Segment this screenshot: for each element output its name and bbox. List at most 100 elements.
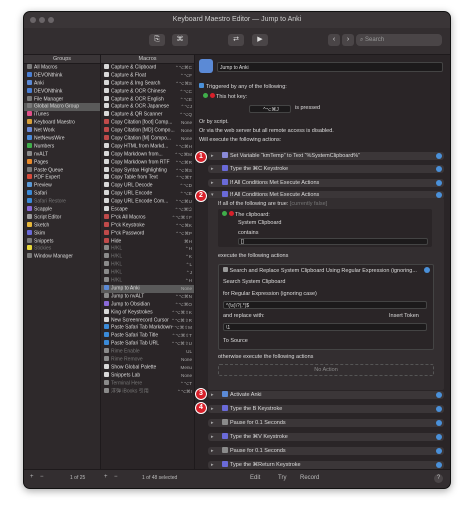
macros-item[interactable]: Jump to nvALT ⌃⌥⌘N <box>101 292 194 301</box>
macros-item[interactable]: 浮弹 iBooks 引用 ⌃⌥⌘I <box>101 387 194 396</box>
action-row[interactable]: ▸ Set Variable “kmTemp” to Text “%SystemC… <box>208 152 444 160</box>
groups-item[interactable]: Stickies <box>24 245 100 253</box>
disclosure-closed-icon[interactable]: ▸ <box>211 179 214 187</box>
insert-token-button[interactable]: Insert Token <box>389 313 419 319</box>
action-row[interactable]: ▸ Activate Anki <box>208 391 444 399</box>
close-window-button[interactable] <box>30 17 36 23</box>
macros-item[interactable]: Show Global Palette Menu <box>101 363 194 372</box>
minimize-window-button[interactable] <box>39 17 45 23</box>
macros-item[interactable]: Capture & Clipboard ⌃⌥⌘C <box>101 64 194 72</box>
macros-item[interactable]: Capture & OCR Japanese ⌃⌥J <box>101 103 194 111</box>
action-row[interactable]: ▸ Type the ⌘Return Keystroke <box>208 461 444 469</box>
macros-item[interactable]: Copy Syntax Highlighting ⌃⌥⌘S <box>101 166 194 175</box>
groups-item[interactable]: Keyboard Maestro <box>24 119 100 127</box>
gear-icon[interactable] <box>436 434 442 440</box>
try-button[interactable]: Try <box>278 475 286 481</box>
macros-item[interactable]: H/KL ⌃H <box>101 245 194 253</box>
groups-item[interactable]: NetNewsWire <box>24 135 100 143</box>
gear-icon[interactable] <box>436 153 442 159</box>
remove-group-button[interactable]: − <box>40 474 44 480</box>
macros-item[interactable]: F*ck Password ⌃⌥⌘P <box>101 229 194 238</box>
groups-item[interactable]: Anki <box>24 79 100 88</box>
gear-icon[interactable] <box>436 392 442 398</box>
gear-icon[interactable] <box>436 166 442 172</box>
edit-button[interactable]: Edit <box>250 475 260 481</box>
disclosure-closed-icon[interactable]: ▸ <box>211 419 214 427</box>
macros-item[interactable]: Copy HTML from Markd... ⌃⌥⌘H <box>101 142 194 151</box>
macros-item[interactable]: F*ck Keystroke ⌃⌥⌘K <box>101 221 194 230</box>
forward-button[interactable]: › <box>342 34 354 46</box>
search-source-select[interactable]: System Clipboard <box>242 279 285 285</box>
macros-item[interactable]: King of Keystrokes ⌃⌥⌘⇧K <box>101 308 194 317</box>
sr-gear-icon[interactable] <box>424 267 430 273</box>
disclosure-closed-icon[interactable]: ▸ <box>211 447 214 455</box>
hotkey-state-select[interactable]: is pressed <box>295 105 320 111</box>
run-macro-button[interactable]: ▶ <box>252 34 268 46</box>
gear-icon[interactable] <box>436 448 442 454</box>
system-clipboard-select[interactable]: System Clipboard <box>238 220 281 226</box>
replace-field[interactable]: \1 <box>223 323 427 331</box>
search-field[interactable]: ⌕ Search <box>356 34 442 46</box>
contains-select[interactable]: contains <box>238 230 259 236</box>
action-row[interactable]: ▸ Pause for 0.1 Seconds <box>208 419 444 427</box>
groups-item[interactable]: DEVONthink <box>24 87 100 96</box>
macros-item[interactable]: Jump to Anki None <box>101 284 194 293</box>
disclosure-closed-icon[interactable]: ▸ <box>211 433 214 441</box>
disclosure-closed-icon[interactable]: ▸ <box>211 461 214 469</box>
disclosure-closed-icon[interactable]: ▸ <box>211 165 214 173</box>
groups-item[interactable]: iTunes <box>24 111 100 119</box>
gear-icon[interactable] <box>436 462 442 468</box>
macros-item[interactable]: Rime Remove None <box>101 355 194 364</box>
groups-item[interactable]: Global Macro Group <box>24 103 100 112</box>
enable-trigger-icon[interactable] <box>203 93 208 98</box>
groups-item[interactable]: Paste Queue <box>24 166 100 175</box>
groups-item[interactable]: Window Manager <box>24 253 100 261</box>
groups-item[interactable]: DEVONthink <box>24 71 100 80</box>
groups-item[interactable]: Safari <box>24 190 100 198</box>
groups-item[interactable]: Snippets <box>24 237 100 246</box>
zoom-window-button[interactable] <box>48 17 54 23</box>
groups-item[interactable]: File Manager <box>24 95 100 104</box>
groups-item[interactable]: Numbers <box>24 142 100 151</box>
regex-mode-select[interactable]: Regular Expression (ignoring case) <box>231 291 317 297</box>
macros-item[interactable]: H/KL ⌃H <box>101 277 194 285</box>
gear-icon[interactable] <box>436 180 442 186</box>
macros-item[interactable]: Paste Safari Tab Title ⌃⌥⌘⇧T <box>101 332 194 340</box>
macros-item[interactable]: Capture & OCR Chinese ⌃⌥C <box>101 87 194 96</box>
disclosure-closed-icon[interactable]: ▸ <box>211 405 214 413</box>
triggered-checkbox[interactable]: Triggered by any of the following: <box>199 83 287 90</box>
macros-item[interactable]: Escape ⌃⌥⌘⎋ <box>101 206 194 214</box>
gear-icon[interactable] <box>436 420 442 426</box>
macros-item[interactable]: Copy Citation [MD] Compo... None <box>101 127 194 135</box>
macro-icon[interactable] <box>199 59 213 73</box>
new-macro-button[interactable]: ⌘ <box>172 34 188 46</box>
macros-item[interactable]: Copy Markdown from... ⌃⌥⌘M <box>101 150 194 159</box>
macros-item[interactable]: Terminal Here ⌃⌥T <box>101 379 194 388</box>
remove-macro-button[interactable]: − <box>114 474 118 480</box>
record-button[interactable]: Record <box>300 475 319 481</box>
macros-item[interactable]: Paste Safari Tab Markdown ⌃⌥⌘⇧M <box>101 324 194 332</box>
macros-item[interactable]: Paste Safari Tab URL ⌃⌥⌘⇧U <box>101 340 194 348</box>
back-button[interactable]: ‹ <box>328 34 340 46</box>
groups-item[interactable]: Safari Restore <box>24 198 100 206</box>
add-group-button[interactable]: + <box>30 474 34 480</box>
macros-item[interactable]: H/KL ⌃L <box>101 261 194 269</box>
groups-item[interactable]: Skim <box>24 229 100 238</box>
disclosure-closed-icon[interactable]: ▸ <box>211 391 214 399</box>
groups-item[interactable]: Preview <box>24 182 100 190</box>
groups-item[interactable]: Script Editor <box>24 213 100 222</box>
macros-item[interactable]: Copy URL Encode ⌃⌥E <box>101 190 194 198</box>
macros-item[interactable]: Capture & OCR English ⌃⌥E <box>101 95 194 104</box>
no-action-placeholder[interactable]: No Action <box>218 364 434 376</box>
action-row[interactable]: ▸ Type the ⌘V Keystroke <box>208 433 444 441</box>
disclosure-closed-icon[interactable]: ▸ <box>211 152 214 160</box>
enable-toggle-button[interactable]: ⇄ <box>228 34 244 46</box>
groups-item[interactable]: Sketch <box>24 221 100 230</box>
add-macro-button[interactable]: + <box>104 474 108 480</box>
if-all-label[interactable]: all of the following are true: <box>223 201 289 207</box>
macros-item[interactable]: Copy Citation [M] Compo... None <box>101 135 194 143</box>
to-source-select[interactable]: To Source <box>223 338 248 344</box>
macros-item[interactable]: Capture & Img Search ⌃⌥⌘S <box>101 79 194 88</box>
macro-name-field[interactable]: Jump to Anki <box>217 62 443 72</box>
macros-item[interactable]: Jump to Obsidian ⌃⌥⌘O <box>101 300 194 309</box>
